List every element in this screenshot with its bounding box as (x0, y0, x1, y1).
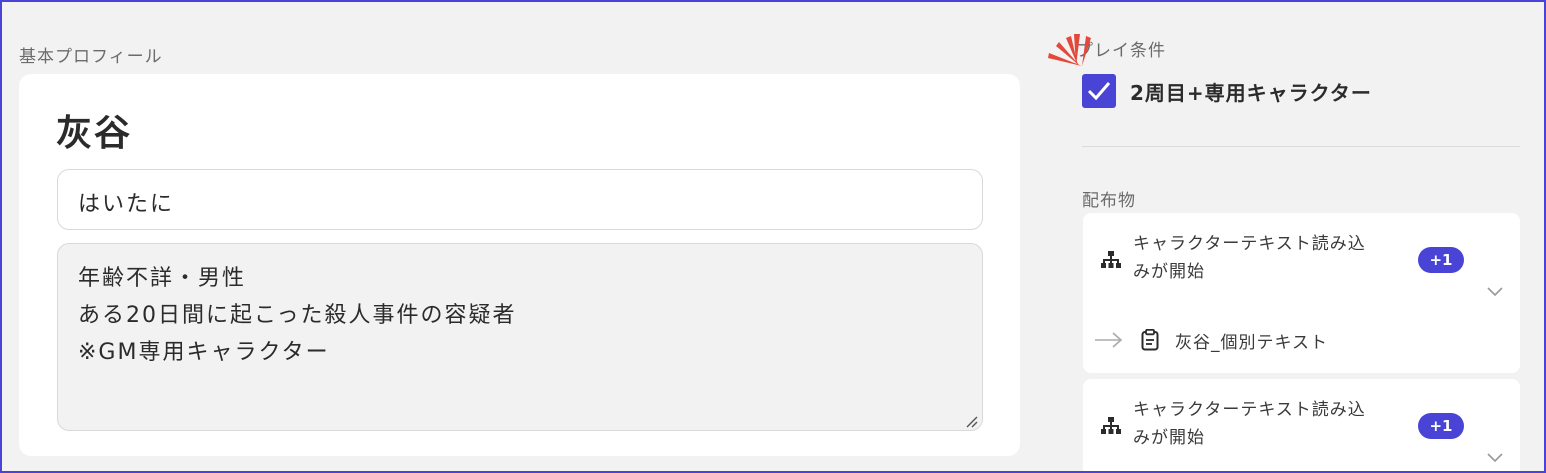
play-condition-checkbox[interactable] (1082, 74, 1116, 108)
chevron-down-icon[interactable] (1487, 287, 1503, 297)
description-line: ある20日間に起こった殺人事件の容疑者 (78, 303, 517, 328)
description-line: 年齢不詳・男性 (78, 266, 247, 291)
tree-icon (1101, 417, 1121, 434)
chevron-down-icon[interactable] (1487, 453, 1503, 463)
trigger-line: みが開始 (1133, 262, 1205, 282)
distribution-item[interactable]: キャラクターテキスト読み込 みが開始 +1 灰谷_個別テキスト (1083, 213, 1520, 373)
tree-icon (1101, 251, 1121, 268)
resize-grip-icon[interactable] (964, 414, 978, 428)
count-badge: +1 (1418, 413, 1464, 439)
action-label: 灰谷_個別テキスト (1175, 333, 1328, 353)
character-name[interactable]: 灰谷 (56, 104, 132, 156)
play-condition-option-label[interactable]: 2周目+専用キャラクター (1130, 77, 1372, 106)
distribution-item[interactable]: キャラクターテキスト読み込 みが開始 +1 (1083, 379, 1520, 473)
trigger-line: みが開始 (1133, 428, 1205, 448)
trigger-text: キャラクターテキスト読み込 みが開始 (1133, 396, 1433, 452)
burst-icon (1048, 34, 1091, 66)
trigger-line: キャラクターテキスト読み込 (1133, 234, 1366, 254)
arrow-right-icon (1095, 332, 1123, 348)
description-line: ※GM専用キャラクター (78, 340, 330, 365)
clipboard-icon (1141, 329, 1159, 351)
trigger-line: キャラクターテキスト読み込 (1133, 400, 1366, 420)
profile-section-label: 基本プロフィール (19, 47, 163, 67)
distribution-label: 配布物 (1082, 191, 1136, 211)
trigger-text: キャラクターテキスト読み込 みが開始 (1133, 230, 1433, 286)
count-badge: +1 (1418, 247, 1464, 273)
check-icon (1087, 82, 1111, 101)
description-textarea[interactable]: 年齢不詳・男性 ある20日間に起こった殺人事件の容疑者 ※GM専用キャラクター (57, 243, 983, 431)
divider (1082, 146, 1520, 147)
reading-input[interactable]: はいたに (57, 169, 983, 230)
